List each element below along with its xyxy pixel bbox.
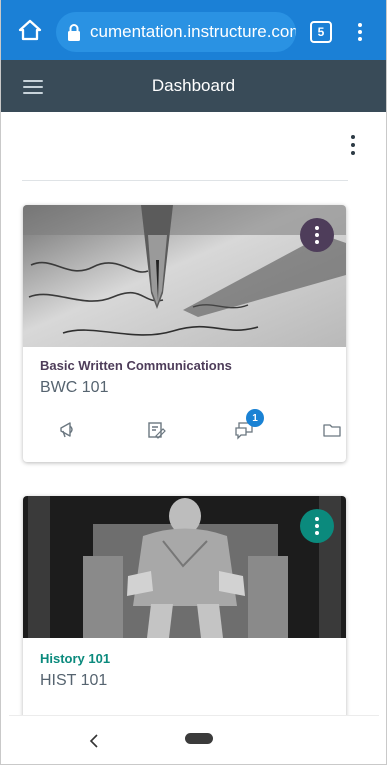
home-pill-icon[interactable]	[185, 733, 213, 744]
browser-menu-icon[interactable]	[350, 18, 370, 46]
address-bar[interactable]: cumentation.instructure.com	[56, 12, 296, 52]
divider	[22, 180, 348, 181]
course-card-image[interactable]	[23, 496, 346, 638]
course-card-options-icon[interactable]	[300, 509, 334, 543]
system-nav-bar	[9, 715, 379, 765]
course-card[interactable]: Basic Written Communications BWC 101 1	[23, 205, 346, 462]
files-icon[interactable]	[320, 418, 344, 442]
home-icon[interactable]	[16, 16, 44, 44]
lock-icon	[68, 24, 80, 41]
course-card-image[interactable]	[23, 205, 346, 347]
browser-toolbar: cumentation.instructure.com 5	[0, 0, 387, 60]
course-title[interactable]: Basic Written Communications	[40, 358, 232, 373]
page-title: Dashboard	[151, 76, 236, 95]
course-code: HIST 101	[40, 672, 108, 689]
app-header: Dashboard	[0, 60, 387, 112]
course-code: BWC 101	[40, 379, 109, 396]
url-text: cumentation.instructure.com	[90, 22, 296, 41]
course-card-actions: 1	[23, 409, 346, 448]
chevron-left-icon[interactable]	[87, 732, 101, 750]
discussions-unread-badge: 1	[246, 409, 264, 427]
course-card-options-icon[interactable]	[300, 218, 334, 252]
dashboard-options-icon[interactable]	[345, 133, 361, 157]
tab-count: 5	[317, 25, 325, 39]
tab-switcher-button[interactable]: 5	[310, 21, 332, 43]
course-title[interactable]: History 101	[40, 651, 110, 666]
course-card[interactable]: History 101 HIST 101	[23, 496, 346, 736]
announcements-icon[interactable]	[56, 418, 80, 442]
assignments-icon[interactable]	[144, 418, 168, 442]
